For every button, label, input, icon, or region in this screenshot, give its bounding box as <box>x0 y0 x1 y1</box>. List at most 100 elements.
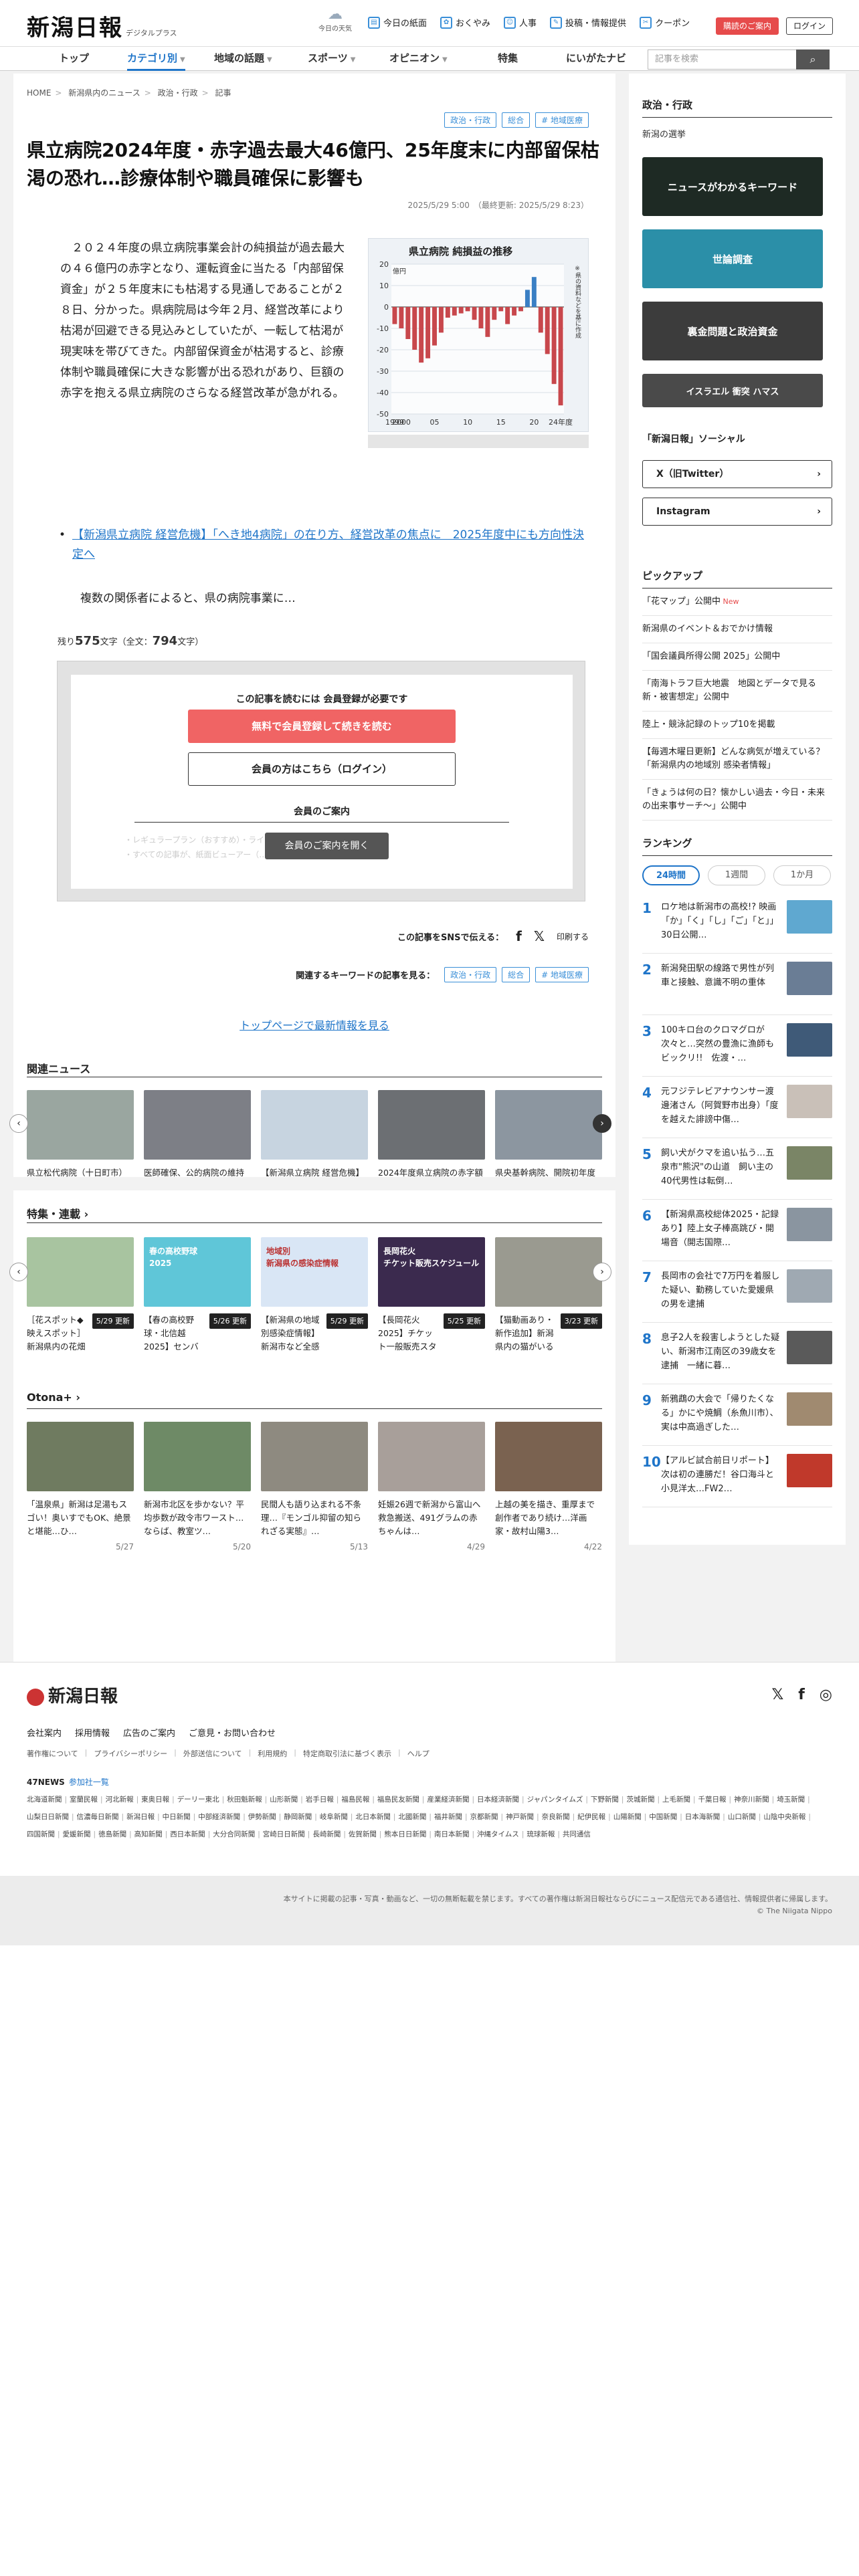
otona-title[interactable]: Otona+ › <box>27 1391 80 1404</box>
network-paper-link[interactable]: 静岡新聞 <box>284 1813 312 1821</box>
nav-sports[interactable]: スポーツ ▼ <box>308 47 355 71</box>
network-paper-link[interactable]: 佐賀新聞 <box>349 1830 377 1838</box>
network-paper-link[interactable]: 山形新聞 <box>270 1796 298 1804</box>
side-politics-title[interactable]: 政治・行政 <box>642 98 832 118</box>
network-paper-link[interactable]: 福島民報 <box>341 1796 369 1804</box>
network-paper-link[interactable]: 中部経済新聞 <box>198 1813 240 1821</box>
network-paper-link[interactable]: 琉球新報 <box>527 1830 555 1838</box>
footer-link[interactable]: 著作権について <box>27 1748 78 1759</box>
ranking-item[interactable]: 8 息子2人を殺害しようとした疑い、新潟市江南区の39歳女を逮捕 一緒に暮… <box>642 1323 832 1384</box>
banner-poll[interactable]: 世論調査 <box>642 229 823 288</box>
pickup-item[interactable]: 【毎週木曜日更新】どんな病気が増えている？「新潟県内の地域別 感染者情報」 <box>642 739 832 780</box>
network-paper-link[interactable]: 埼玉新聞 <box>777 1796 805 1804</box>
link-submit[interactable]: ✎ 投稿・情報提供 <box>550 16 626 29</box>
network-paper-link[interactable]: 産業経済新聞 <box>427 1796 469 1804</box>
footer-link[interactable]: 広告のご案内 <box>123 1726 175 1739</box>
nav-local[interactable]: 地域の話題 ▼ <box>214 47 272 71</box>
nav-niigata-navi[interactable]: にいがたナビ <box>566 47 626 71</box>
network-paper-link[interactable]: 河北新報 <box>106 1796 134 1804</box>
network-members-link[interactable]: 参加社一覧 <box>69 1778 109 1787</box>
network-paper-link[interactable]: 岩手日報 <box>306 1796 334 1804</box>
footer-link[interactable]: 外部送信について <box>183 1748 242 1759</box>
footer-link[interactable]: ヘルプ <box>407 1748 430 1759</box>
login-button[interactable]: ログイン <box>786 17 834 35</box>
banner-keyword[interactable]: ニュースがわかるキーワード <box>642 157 823 216</box>
feature-card[interactable]: 春の高校野球 2025 5/26 更新【春の高校野球・北信越2025】センバツ出場の… <box>144 1237 251 1354</box>
breadcrumb-politics[interactable]: 政治・行政 <box>158 88 198 98</box>
network-paper-link[interactable]: 伊勢新聞 <box>248 1813 276 1821</box>
network-paper-link[interactable]: デーリー東北 <box>177 1796 219 1804</box>
member-login-button[interactable]: 会員の方はこちら（ログイン） <box>188 752 456 786</box>
footer-logo[interactable]: 新潟日報 <box>27 1683 118 1707</box>
network-paper-link[interactable]: 西日本新聞 <box>170 1830 205 1838</box>
instagram-icon[interactable]: ◎ <box>820 1687 832 1703</box>
keyword-regional-medicine[interactable]: # 地域医療 <box>535 967 589 982</box>
network-paper-link[interactable]: 高知新聞 <box>134 1830 163 1838</box>
network-paper-link[interactable]: 中国新聞 <box>649 1813 677 1821</box>
nav-category[interactable]: カテゴリ別 ▼ <box>127 47 185 71</box>
footer-link[interactable]: プライバシーポリシー <box>94 1748 167 1759</box>
network-paper-link[interactable]: 熊本日日新聞 <box>384 1830 426 1838</box>
footer-link[interactable]: 特定商取引法に基づく表示 <box>303 1748 391 1759</box>
network-paper-link[interactable]: 下野新聞 <box>591 1796 619 1804</box>
keyword-politics[interactable]: 政治・行政 <box>444 967 497 982</box>
network-paper-link[interactable]: 秋田魁新報 <box>227 1796 262 1804</box>
ranking-item[interactable]: 4 元フジテレビアナウンサー渡邊渚さん（阿賀野市出身）「度を越えた誹謗中傷… <box>642 1077 832 1138</box>
pickup-item[interactable]: 「国会議員所得公開 2025」公開中 <box>642 643 832 671</box>
network-paper-link[interactable]: 南日本新聞 <box>434 1830 470 1838</box>
pickup-item[interactable]: 「南海トラフ巨大地震 地図とデータで見る新・被害想定」公開中 <box>642 671 832 712</box>
network-paper-link[interactable]: 日本海新聞 <box>685 1813 721 1821</box>
network-paper-link[interactable]: 北日本新聞 <box>355 1813 391 1821</box>
ranking-item[interactable]: 9 新鴉鵡の大会で「帰りたくなる」かにや焼鯛（糸魚川市）、実は中高過ぎした… <box>642 1384 832 1446</box>
weather-widget[interactable]: ☁ 今日の天気 <box>314 7 356 33</box>
print-button[interactable]: 印刷する <box>557 931 589 942</box>
ranking-item[interactable]: 7 長岡市の会社で7万円を着服した疑い、勤務していた愛媛県の男を逮捕 <box>642 1261 832 1323</box>
ranking-item[interactable]: 3 100キロ台のクロマグロが次々と…突然の豊漁に漁師もビックリ!! 佐渡・… <box>642 1015 832 1077</box>
network-paper-link[interactable]: 神奈川新聞 <box>734 1796 769 1804</box>
otona-card[interactable]: 新潟市北区を歩かない？平均歩数が政令市ワースト…ならば、教室ツ… 5/20 <box>144 1422 251 1551</box>
ranking-tab-week[interactable]: 1週間 <box>708 865 765 885</box>
network-paper-link[interactable]: 共同通信 <box>563 1830 591 1838</box>
nav-opinion[interactable]: オピニオン ▼ <box>389 47 448 71</box>
network-paper-link[interactable]: 大分合同新聞 <box>213 1830 255 1838</box>
network-paper-link[interactable]: 奈良新聞 <box>542 1813 570 1821</box>
nav-features[interactable]: 特集 <box>498 47 518 71</box>
network-paper-link[interactable]: 福井新聞 <box>434 1813 462 1821</box>
side-election-link[interactable]: 新潟の選挙 <box>642 127 832 140</box>
network-paper-link[interactable]: 千葉日報 <box>698 1796 727 1804</box>
banner-slush-fund[interactable]: 裏金問題と政治資金 <box>642 302 823 360</box>
otona-card[interactable]: 民間人も語り込まれる不条理…『モンゴル抑留の知られざる実態』… 5/13 <box>261 1422 368 1551</box>
features-prev-button[interactable]: ‹ <box>9 1263 28 1281</box>
network-paper-link[interactable]: 茨城新聞 <box>626 1796 654 1804</box>
ranking-item[interactable]: 5 飼い犬がクマを追い払う…五泉市"熊沢"の山道 飼い主の40代男性は転倒… <box>642 1138 832 1200</box>
network-paper-link[interactable]: 岐阜新聞 <box>320 1813 348 1821</box>
network-paper-link[interactable]: 沖縄タイムス <box>477 1830 519 1838</box>
network-paper-link[interactable]: 信濃毎日新聞 <box>77 1813 119 1821</box>
register-button[interactable]: 無料で会員登録して続きを読む <box>188 710 456 743</box>
open-guide-button[interactable]: 会員のご案内を開く <box>265 833 389 859</box>
site-logo[interactable]: 新潟日報 デジタルプラス <box>27 9 177 42</box>
breadcrumb-home[interactable]: HOME <box>27 88 51 98</box>
top-page-link[interactable]: トップページで最新情報を見る <box>13 1016 615 1033</box>
link-personnel[interactable]: ☺ 人事 <box>504 16 537 29</box>
network-paper-link[interactable]: 中日新聞 <box>163 1813 191 1821</box>
ranking-item[interactable]: 1 ロケ地は新潟市の高校!? 映画「か」「く」「し」「ご」「と」」30日公開… <box>642 892 832 954</box>
features-next-button[interactable]: › <box>593 1263 611 1281</box>
link-today-paper[interactable]: ▤ 今日の紙面 <box>368 16 427 29</box>
chart-image[interactable]: 県立病院 純損益の推移 億円 20 10 0 -10 -20 -30 -40 -50 1999 200… <box>368 238 589 432</box>
network-paper-link[interactable]: 愛媛新聞 <box>63 1830 91 1838</box>
subscribe-button[interactable]: 購読のご案内 <box>716 17 779 35</box>
ranking-item[interactable]: 10 【アルビ試合前日リポート】次は初の連勝だ！谷口海斗と小見洋太…FW2… <box>642 1446 832 1507</box>
ranking-item[interactable]: 2 新潟発田駅の線路で男性が列車と接触、意識不明の重体 <box>642 954 832 1015</box>
tag-politics[interactable]: 政治・行政 <box>444 112 497 128</box>
related-article-link[interactable]: • 【新潟県立病院 経営危機】「へき地4病院」の在り方、経営改革の焦点に 202… <box>59 526 594 564</box>
feature-card[interactable]: 地域別 新潟県の感染症情報 5/29 更新 【新潟県の地域別感染症情報】新潟市など全感… <box>261 1237 368 1354</box>
pickup-item[interactable]: 「花マップ」公開中 New <box>642 588 832 616</box>
nav-top[interactable]: トップ <box>59 47 89 71</box>
network-paper-link[interactable]: 四国新聞 <box>27 1830 55 1838</box>
network-paper-link[interactable]: 紀伊民報 <box>577 1813 605 1821</box>
ranking-tab-24h[interactable]: 24時間 <box>642 865 700 885</box>
network-paper-link[interactable]: 徳島新聞 <box>98 1830 126 1838</box>
feature-card[interactable]: 長岡花火 チケット販売スケジュール 5/25 更新 【長岡花火2025】チケット一般販… <box>378 1237 485 1354</box>
network-paper-link[interactable]: 山口新聞 <box>728 1813 756 1821</box>
